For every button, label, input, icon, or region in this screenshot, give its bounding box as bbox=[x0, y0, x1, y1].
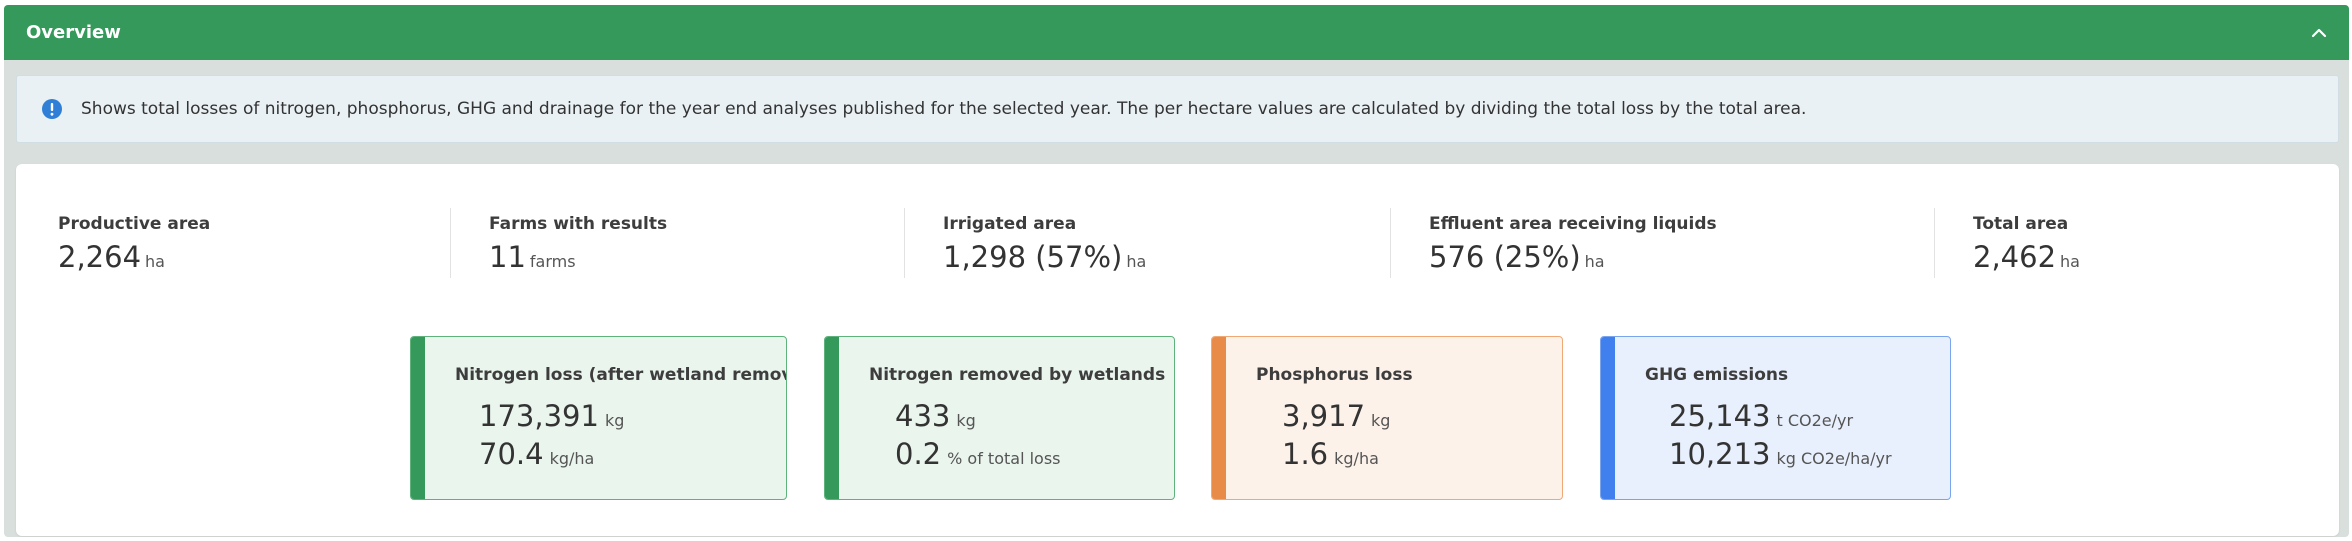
metric-accent-stripe bbox=[825, 337, 839, 499]
metric-phosphorus-loss: Phosphorus loss 3,917 kg 1.6 kg/ha bbox=[1211, 336, 1563, 500]
stat-value: 1,298 (57%) ha bbox=[943, 240, 1147, 274]
metric-ghg-emissions: GHG emissions 25,143 t CO2e/yr 10,213 kg C… bbox=[1600, 336, 1951, 500]
stat-irrigated-area: Irrigated area 1,298 (57%) ha bbox=[904, 208, 1146, 278]
stat-unit: ha bbox=[1126, 252, 1147, 271]
stat-unit: ha bbox=[2060, 252, 2080, 271]
panel-title: Overview bbox=[26, 22, 121, 43]
stat-value: 2,462 ha bbox=[1973, 240, 2080, 274]
metric-primary-value: 25,143 t CO2e/yr bbox=[1669, 399, 1854, 433]
stat-unit: ha bbox=[145, 252, 165, 271]
overview-panel: Overview Shows total losses of nitrogen,… bbox=[4, 5, 2349, 537]
stats-row: Productive area 2,264 ha Farms with resul… bbox=[16, 164, 2339, 284]
stat-value: 2,264 ha bbox=[58, 240, 165, 274]
info-icon bbox=[42, 99, 62, 119]
stat-label: Irrigated area bbox=[943, 214, 1077, 234]
stat-productive-area: Productive area 2,264 ha bbox=[58, 208, 210, 278]
chevron-up-icon[interactable] bbox=[2311, 25, 2327, 41]
metric-title: GHG emissions bbox=[1645, 365, 1789, 385]
stat-unit: farms bbox=[529, 252, 576, 271]
metric-secondary-value: 1.6 kg/ha bbox=[1282, 437, 1379, 471]
metric-accent-stripe bbox=[1212, 337, 1226, 499]
stat-label: Effluent area receiving liquids bbox=[1429, 214, 1717, 234]
metric-secondary-value: 10,213 kg CO2e/ha/yr bbox=[1669, 437, 1892, 471]
metric-title: Nitrogen removed by wetlands bbox=[869, 365, 1166, 385]
metric-primary-value: 173,391 kg bbox=[479, 399, 625, 433]
summary-card: Productive area 2,264 ha Farms with resul… bbox=[16, 164, 2339, 536]
metric-secondary-value: 0.2% of total loss bbox=[895, 437, 1061, 471]
metric-accent-stripe bbox=[1601, 337, 1615, 499]
metric-primary-value: 433 kg bbox=[895, 399, 976, 433]
metric-secondary-value: 70.4 kg/ha bbox=[479, 437, 595, 471]
stat-total-area: Total area 2,462 ha bbox=[1934, 208, 2080, 278]
stat-effluent-area: Effluent area receiving liquids 576 (25%… bbox=[1390, 208, 1717, 278]
info-text: Shows total losses of nitrogen, phosphor… bbox=[81, 99, 1807, 119]
metric-primary-value: 3,917 kg bbox=[1282, 399, 1391, 433]
metric-title: Nitrogen loss (after wetland removal) bbox=[455, 365, 787, 385]
info-banner: Shows total losses of nitrogen, phosphor… bbox=[16, 75, 2339, 143]
metric-nitrogen-loss: Nitrogen loss (after wetland removal) 17… bbox=[410, 336, 787, 500]
stat-farms-with-results: Farms with results 11 farms bbox=[450, 208, 667, 278]
overview-panel-header[interactable]: Overview bbox=[4, 5, 2349, 60]
metric-accent-stripe bbox=[411, 337, 425, 499]
stat-value: 11 farms bbox=[489, 240, 576, 274]
metric-nitrogen-removed: Nitrogen removed by wetlands 433 kg 0.2% … bbox=[824, 336, 1175, 500]
stat-label: Farms with results bbox=[489, 214, 668, 234]
stat-label: Total area bbox=[1973, 214, 2069, 234]
metric-title: Phosphorus loss bbox=[1256, 365, 1413, 385]
stat-label: Productive area bbox=[58, 214, 211, 234]
stat-unit: ha bbox=[1584, 252, 1605, 271]
stat-value: 576 (25%) ha bbox=[1429, 240, 1605, 274]
